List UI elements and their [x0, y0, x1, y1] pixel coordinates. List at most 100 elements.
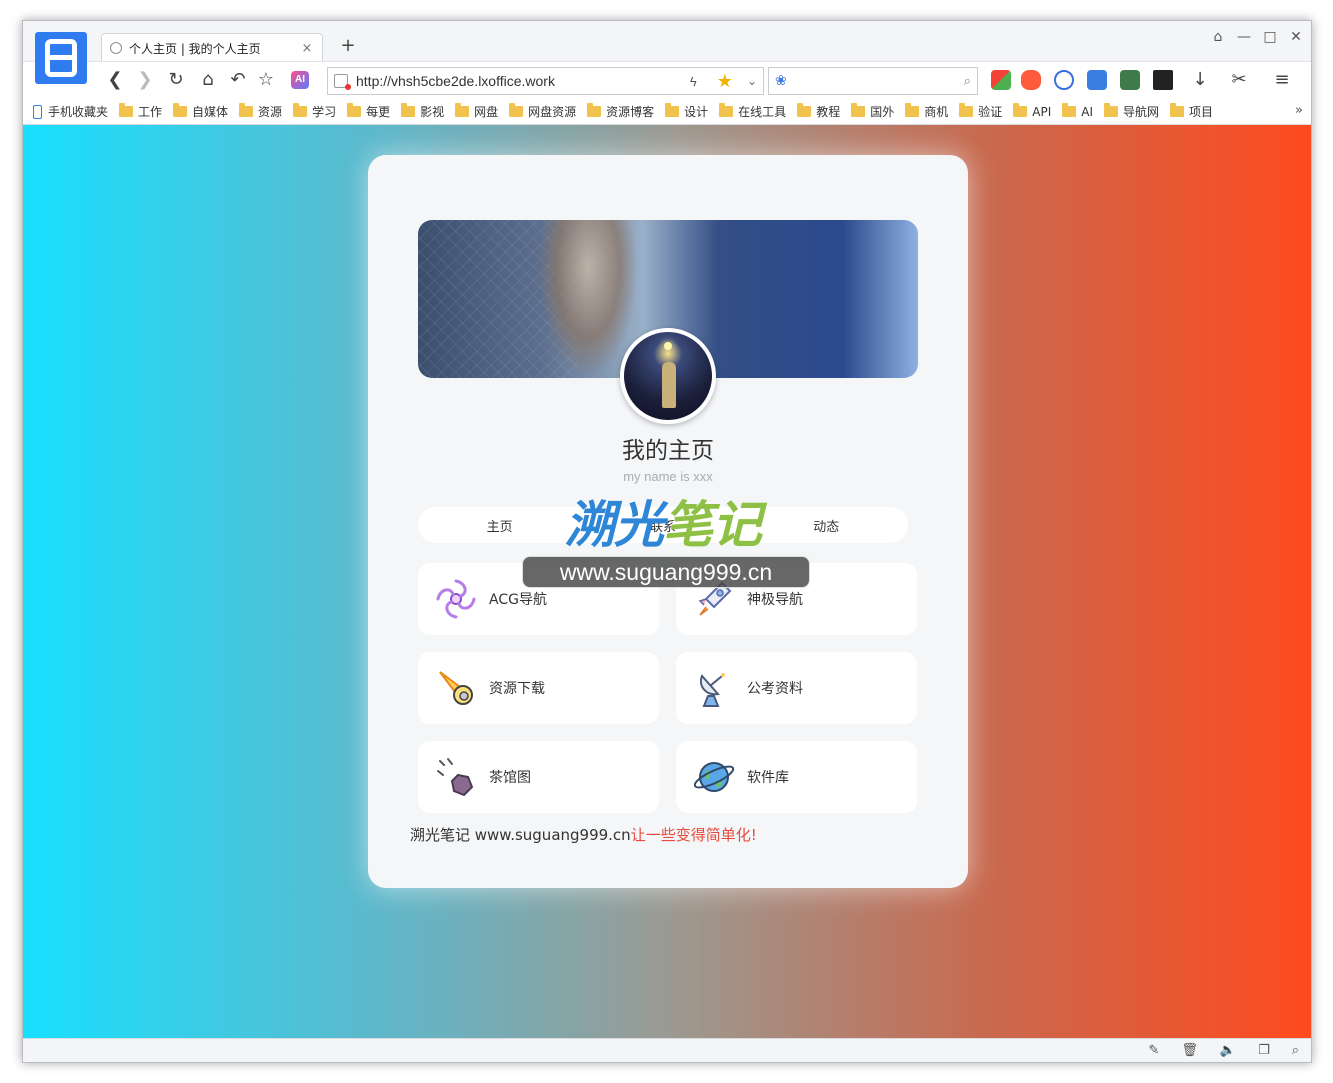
new-tab-button[interactable]: +: [338, 35, 358, 56]
download-manager-icon[interactable]: [1120, 70, 1140, 90]
page-viewport: 我的主页 my name is xxx 主页 联系 动态 ACG导航 神极导航 …: [23, 125, 1311, 1038]
apps-icon[interactable]: [991, 70, 1011, 90]
title-bar: 个人主页 | 我的个人主页 × + ⌂ — □ ✕: [23, 21, 1311, 84]
trash-icon[interactable]: 🗑: [1181, 1043, 1198, 1058]
folder-icon: [587, 103, 602, 117]
folder-icon: [851, 103, 866, 117]
tab-feed[interactable]: 动态: [766, 516, 886, 535]
url-text[interactable]: http://vhsh5cbe2de.lxoffice.work: [356, 73, 690, 89]
back-icon[interactable]: ❮: [104, 69, 126, 91]
bookmark-folder[interactable]: 影视: [401, 103, 444, 120]
tile-label: 资源下载: [489, 681, 545, 697]
link-tile-software[interactable]: 软件库: [676, 741, 917, 813]
link-tile-teahouse[interactable]: 茶馆图: [418, 741, 659, 813]
menu-icon[interactable]: ≡: [1271, 69, 1293, 91]
window-controls: ⌂ — □ ✕: [1211, 29, 1303, 45]
bookmark-folder[interactable]: 网盘资源: [509, 103, 576, 120]
paw-icon: ❀: [775, 73, 787, 89]
bookmark-folder[interactable]: 商机: [905, 103, 948, 120]
forward-icon[interactable]: ❯: [134, 69, 156, 91]
game-icon[interactable]: [1021, 70, 1041, 90]
folder-icon: [401, 103, 416, 117]
undo-icon[interactable]: ↶: [227, 69, 249, 91]
search-icon[interactable]: ⌕: [964, 74, 971, 89]
planet-icon: [693, 762, 735, 792]
play-icon[interactable]: [1054, 70, 1074, 90]
bookmark-folder[interactable]: 在线工具: [719, 103, 786, 120]
toolbar: ❮ ❯ ↻ ⌂ ↶ ☆ AI http://vhsh5cbe2de.lxoffi…: [23, 61, 1311, 99]
folder-icon: [797, 103, 812, 117]
search-input[interactable]: ❀ ⌕: [768, 67, 978, 95]
bookmark-folder[interactable]: 每更: [347, 103, 390, 120]
page-title: 我的主页: [622, 438, 714, 464]
galaxy-icon: [436, 579, 476, 619]
watermark-url: www.suguang999.cn: [522, 556, 810, 588]
window-icon[interactable]: ❐: [1258, 1043, 1270, 1058]
star-icon[interactable]: ★: [717, 71, 733, 92]
translate-icon[interactable]: [1087, 70, 1107, 90]
ai-icon[interactable]: AI: [291, 71, 309, 89]
bookmark-folder[interactable]: AI: [1062, 103, 1093, 119]
folder-icon: [455, 103, 470, 117]
link-tile-exam[interactable]: 公考资料: [676, 652, 917, 724]
link-tile-download[interactable]: 资源下载: [418, 652, 659, 724]
maximize-icon[interactable]: □: [1263, 29, 1277, 45]
bookmarks-bar: 手机收藏夹 工作 自媒体 资源 学习 每更 影视 网盘 网盘资源 资源博客 设计…: [23, 99, 1311, 125]
browser-logo[interactable]: [35, 32, 87, 84]
status-icons: ✎ 🗑 🔈 ❐ ⌕: [1148, 1043, 1299, 1058]
bolt-icon[interactable]: ϟ: [690, 74, 697, 89]
phone-icon: [33, 104, 42, 119]
folder-icon: [905, 103, 920, 117]
bookmark-folder[interactable]: 教程: [797, 103, 840, 120]
address-bar[interactable]: http://vhsh5cbe2de.lxoffice.work ϟ ★ ⌄: [327, 67, 764, 95]
browser-tab[interactable]: 个人主页 | 我的个人主页 ×: [101, 33, 323, 62]
bookmark-folder[interactable]: 项目: [1170, 103, 1213, 120]
home-icon[interactable]: ⌂: [197, 69, 219, 91]
avatar-person: [662, 362, 676, 408]
avatar-star: [664, 342, 672, 350]
bookmark-folder[interactable]: 资源博客: [587, 103, 654, 120]
minimize-icon[interactable]: —: [1237, 29, 1251, 45]
pin-icon[interactable]: ✎: [1148, 1043, 1159, 1058]
meteor-icon: [437, 758, 474, 797]
tile-label: ACG导航: [489, 592, 547, 608]
scissors-icon[interactable]: ✂: [1228, 69, 1250, 91]
bookmark-folder[interactable]: API: [1013, 103, 1051, 119]
bookmark-folder[interactable]: 学习: [293, 103, 336, 120]
folder-icon: [293, 103, 308, 117]
bookmark-folder[interactable]: 工作: [119, 103, 162, 120]
tile-label: 软件库: [747, 770, 789, 786]
browser-window: 个人主页 | 我的个人主页 × + ⌂ — □ ✕ ❮ ❯ ↻ ⌂ ↶ ☆ AI…: [22, 20, 1312, 1063]
download-icon[interactable]: ↓: [1189, 69, 1211, 91]
bookmark-folder[interactable]: 资源: [239, 103, 282, 120]
bookmark-folder[interactable]: 国外: [851, 103, 894, 120]
skin-icon[interactable]: ⌂: [1211, 29, 1225, 45]
bookmark-folder[interactable]: 网盘: [455, 103, 498, 120]
footer-slogan: 溯光笔记 www.suguang999.cn让一些变得简单化!: [410, 824, 757, 845]
folder-icon: [347, 103, 362, 117]
bookmark-folder[interactable]: 自媒体: [173, 103, 228, 120]
folder-icon: [1103, 103, 1118, 117]
bookmark-folder[interactable]: 导航网: [1103, 103, 1159, 120]
reload-icon[interactable]: ↻: [165, 69, 187, 91]
insecure-icon[interactable]: [334, 74, 351, 90]
bookmark-folder[interactable]: 设计: [665, 103, 708, 120]
bookmark-mobile[interactable]: 手机收藏夹: [33, 103, 108, 120]
bookmarks-more-icon[interactable]: »: [1295, 103, 1303, 118]
zoom-icon[interactable]: ⌕: [1292, 1043, 1299, 1058]
chevron-down-icon[interactable]: ⌄: [747, 74, 757, 88]
globe-icon: [110, 42, 122, 54]
avatar[interactable]: [620, 328, 716, 424]
folder-icon: [665, 103, 680, 117]
close-icon[interactable]: ✕: [1289, 29, 1303, 45]
screenshot-icon[interactable]: [1153, 70, 1173, 90]
tab-home[interactable]: 主页: [440, 516, 560, 535]
folder-icon: [1170, 103, 1184, 117]
favorite-icon[interactable]: ☆: [255, 69, 277, 91]
folder-icon: [509, 103, 524, 117]
folder-icon: [1013, 103, 1028, 117]
tab-close-icon[interactable]: ×: [300, 41, 314, 56]
footer-main: 溯光笔记 www.suguang999.cn: [410, 826, 631, 844]
bookmark-folder[interactable]: 验证: [959, 103, 1002, 120]
speaker-icon[interactable]: 🔈: [1220, 1043, 1236, 1058]
